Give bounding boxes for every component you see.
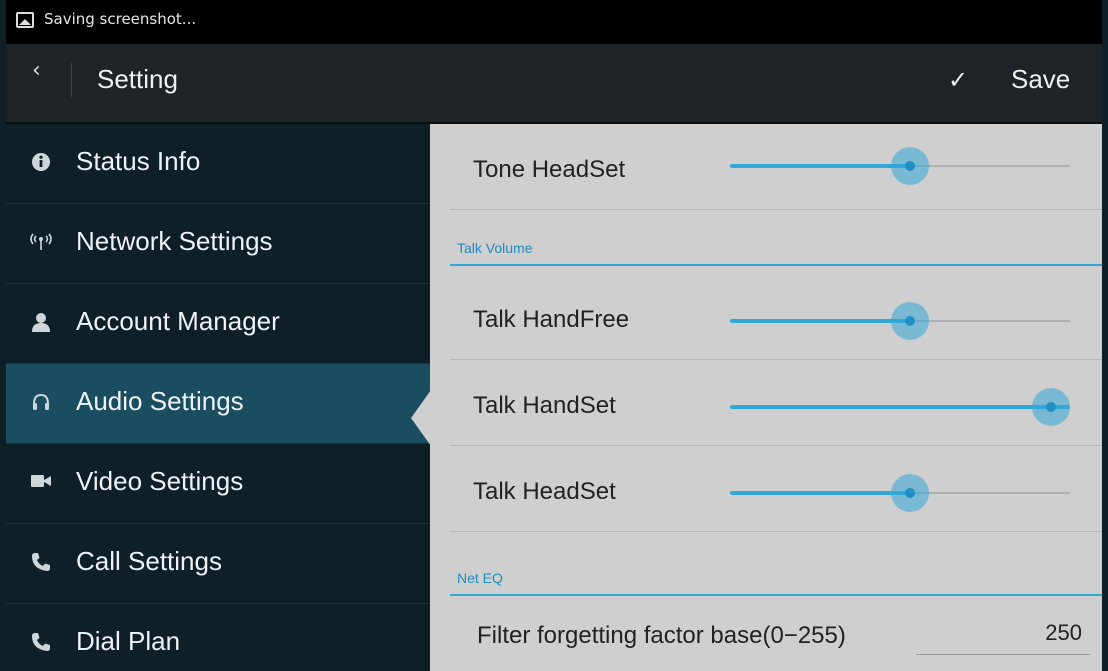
section-header-talk-volume: Talk Volume [450, 234, 1102, 266]
headset-icon [30, 392, 52, 414]
input-value: 250 [1045, 620, 1082, 645]
settings-content: Tone HeadSet Talk Volume Talk HandFree T… [430, 124, 1102, 671]
setting-label: Tone HeadSet [473, 156, 626, 183]
section-title: Talk Volume [457, 240, 533, 256]
sidebar-item-network-settings[interactable]: Network Settings [6, 204, 430, 284]
slider-thumb[interactable] [891, 474, 929, 512]
screenshot-icon [16, 12, 34, 28]
section-header-net-eq: Net EQ [450, 564, 1102, 596]
setting-row-tone-headset: Tone HeadSet [450, 124, 1102, 210]
sidebar-item-audio-settings[interactable]: Audio Settings [6, 364, 430, 444]
camera-icon [30, 472, 52, 494]
sidebar-item-status-info[interactable]: Status Info [6, 124, 430, 204]
info-icon [30, 152, 52, 174]
setting-row-talk-headset: Talk HeadSet [450, 446, 1102, 532]
talk-handset-slider[interactable] [730, 388, 1070, 426]
slider-thumb[interactable] [1032, 388, 1070, 426]
slider-thumb[interactable] [891, 147, 929, 185]
person-icon [30, 312, 52, 334]
save-button[interactable]: Save [1011, 64, 1070, 95]
setting-label: Filter forgetting factor base(0−255) [477, 622, 846, 649]
talk-handfree-slider[interactable] [730, 302, 1070, 340]
antenna-icon [30, 232, 52, 254]
sidebar-item-video-settings[interactable]: Video Settings [6, 444, 430, 524]
status-notification: Saving screenshot... [44, 10, 197, 28]
setting-label: Talk HandSet [473, 392, 616, 419]
phone-icon [30, 552, 52, 574]
sidebar-item-dial-plan[interactable]: Dial Plan [6, 604, 430, 671]
slider-thumb[interactable] [891, 302, 929, 340]
setting-row-talk-handset: Talk HandSet [450, 360, 1102, 446]
sidebar-item-label: Network Settings [76, 226, 273, 256]
action-bar: ‹ Setting ✓ Save [6, 44, 1102, 124]
check-icon[interactable]: ✓ [948, 66, 968, 94]
sidebar-item-label: Account Manager [76, 306, 280, 336]
slider-fill [730, 491, 910, 495]
status-bar: Saving screenshot... [6, 0, 1102, 44]
setting-row-talk-handfree: Talk HandFree [450, 274, 1102, 360]
setting-label: Talk HeadSet [473, 478, 616, 505]
page-title: Setting [97, 64, 178, 94]
tone-headset-slider[interactable] [730, 147, 1070, 185]
talk-headset-slider[interactable] [730, 474, 1070, 512]
active-item-indicator [411, 390, 431, 446]
setting-label: Talk HandFree [473, 306, 630, 333]
sidebar-item-call-settings[interactable]: Call Settings [6, 524, 430, 604]
slider-fill [730, 164, 910, 168]
phone-icon [30, 632, 52, 654]
sidebar-item-label: Call Settings [76, 546, 222, 576]
slider-fill [730, 319, 910, 323]
section-title: Net EQ [457, 570, 503, 586]
sidebar-item-account-manager[interactable]: Account Manager [6, 284, 430, 364]
slider-fill [730, 405, 1070, 409]
filter-forgetting-factor-input[interactable]: 250 [916, 614, 1090, 655]
sidebar-item-label: Dial Plan [76, 626, 181, 656]
app-frame: Saving screenshot... ‹ Setting ✓ Save St… [6, 0, 1102, 671]
sidebar: Status Info Network Settings Account Man… [6, 124, 431, 671]
sidebar-item-label: Video Settings [76, 466, 244, 496]
back-icon[interactable]: ‹ [32, 58, 41, 83]
action-bar-divider [71, 63, 72, 97]
sidebar-item-label: Status Info [76, 146, 201, 176]
sidebar-item-label: Audio Settings [76, 386, 244, 416]
